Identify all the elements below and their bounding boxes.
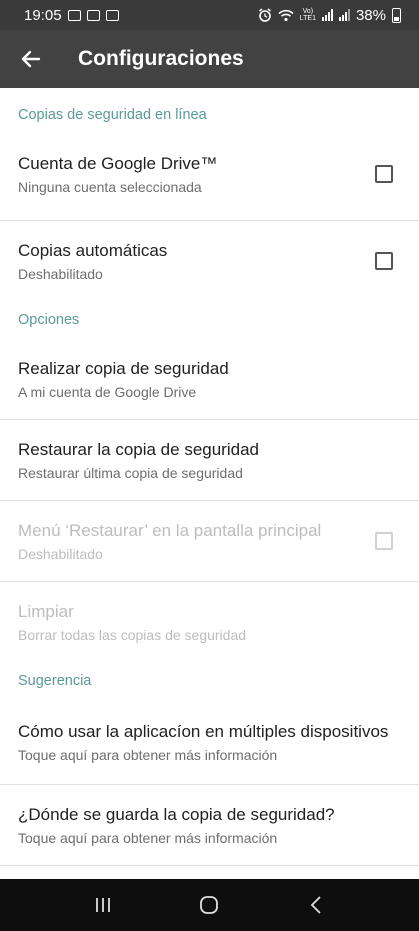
clear-backups-subtitle: Borrar todas las copias de seguridad — [18, 626, 247, 643]
divider — [0, 865, 419, 866]
alarm-clock-notification-icon — [86, 9, 100, 21]
backup-location-help-title: ¿Dónde se guarda la copia de seguridad? — [18, 804, 335, 824]
home-icon — [200, 896, 219, 914]
restore-menu-subtitle: Deshabilitado — [18, 545, 103, 562]
clear-backups-item: Limpiar Borrar todas las copias de segur… — [0, 582, 419, 662]
gallery-notification-icon — [67, 9, 81, 21]
signal-strength-icon-2 — [338, 9, 350, 21]
google-drive-account-subtitle: Ninguna cuenta seleccionada — [18, 178, 202, 195]
multi-device-help-item[interactable]: Cómo usar la aplicacíon en múltiples dis… — [0, 700, 419, 784]
calendar-notification-icon — [105, 9, 119, 21]
multi-device-help-title: Cómo usar la aplicacíon en múltiples dis… — [18, 721, 389, 741]
status-time: 19:05 — [24, 6, 62, 24]
auto-backup-title: Copias automáticas — [18, 240, 168, 260]
restore-backup-item[interactable]: Restaurar la copia de seguridad Restaura… — [0, 420, 419, 500]
home-button[interactable] — [189, 885, 229, 925]
battery-percent: 38% — [355, 6, 386, 24]
volte-lte-indicator: Vo) LTE1 — [300, 8, 316, 22]
backup-location-help-item[interactable]: ¿Dónde se guarda la copia de seguridad? … — [0, 785, 419, 865]
multi-device-help-subtitle: Toque aquí para obtener más información — [18, 746, 278, 763]
section-header-options: Opciones — [18, 312, 80, 328]
system-navigation-bar — [0, 879, 419, 931]
restore-menu-checkbox — [375, 532, 393, 550]
restore-menu-title: Menú ‘Restaurar’ en la pantalla principa… — [18, 520, 322, 540]
clear-backups-title: Limpiar — [18, 601, 74, 621]
back-chevron-icon — [310, 896, 321, 914]
section-header-online-backup: Copias de seguridad en línea — [18, 107, 207, 123]
auto-backup-checkbox[interactable] — [375, 252, 393, 270]
back-nav-button[interactable] — [296, 885, 336, 925]
restore-backup-title: Restaurar la copia de seguridad — [18, 439, 259, 459]
back-button[interactable] — [0, 30, 62, 88]
make-backup-subtitle: A mi cuenta de Google Drive — [18, 383, 197, 400]
recents-icon — [96, 898, 111, 912]
auto-backup-subtitle: Deshabilitado — [18, 265, 103, 282]
lte-label: LTE1 — [299, 15, 316, 22]
google-drive-account-title: Cuenta de Google Drive™ — [18, 153, 218, 173]
google-drive-account-item[interactable]: Cuenta de Google Drive™ Ninguna cuenta s… — [0, 142, 419, 206]
section-header-suggestion: Sugerencia — [18, 673, 92, 689]
volte-label: Vo) — [302, 8, 314, 15]
status-bar: 19:05 Vo) LTE1 38% — [0, 0, 419, 30]
make-backup-item[interactable]: Realizar copia de seguridad A mi cuenta … — [0, 339, 419, 419]
signal-strength-icon-1 — [321, 9, 333, 21]
page-title: Configuraciones — [78, 47, 244, 70]
restore-menu-item: Menú ‘Restaurar’ en la pantalla principa… — [0, 501, 419, 581]
restore-backup-subtitle: Restaurar última copia de seguridad — [18, 464, 243, 481]
backup-location-help-subtitle: Toque aquí para obtener más información — [18, 829, 278, 846]
auto-backup-item[interactable]: Copias automáticas Deshabilitado — [0, 221, 419, 301]
recents-button[interactable] — [83, 885, 123, 925]
arrow-left-icon — [21, 50, 41, 68]
alarm-icon — [258, 8, 271, 22]
google-drive-account-checkbox[interactable] — [375, 165, 393, 183]
settings-list: Copias de seguridad en línea Cuenta de G… — [0, 88, 419, 866]
battery-icon — [392, 7, 401, 23]
make-backup-title: Realizar copia de seguridad — [18, 358, 229, 378]
wifi-icon — [278, 9, 294, 21]
app-bar: Configuraciones — [0, 30, 419, 88]
